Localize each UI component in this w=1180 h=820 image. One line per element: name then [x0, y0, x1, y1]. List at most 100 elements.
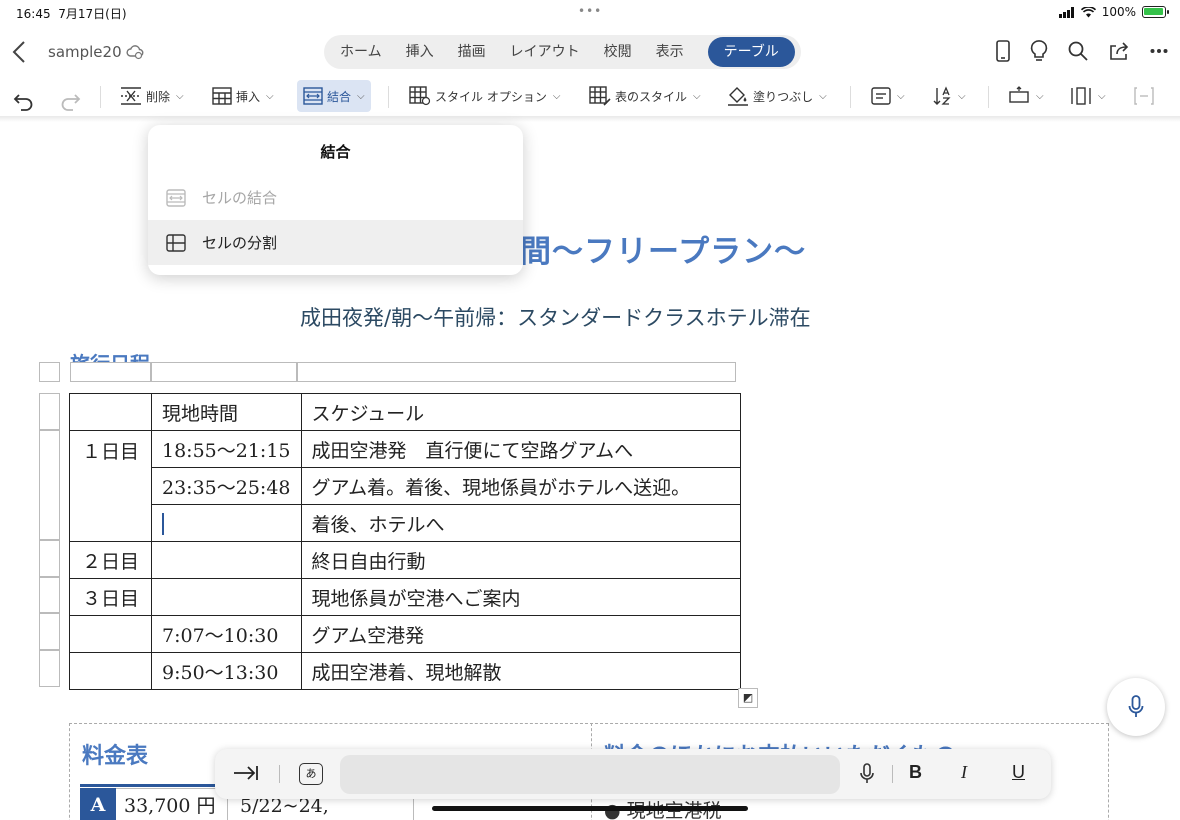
- tab-table[interactable]: テーブル: [707, 37, 795, 67]
- table-cell[interactable]: スケジュール: [300, 393, 741, 431]
- row-height-icon: [1009, 86, 1029, 103]
- share-icon[interactable]: [1108, 41, 1130, 61]
- tab-insert[interactable]: 挿入: [394, 37, 446, 67]
- merge-cells-menu-item[interactable]: セルの結合: [148, 175, 523, 220]
- price-table-heading[interactable]: 料金表: [82, 738, 148, 770]
- column-width-button[interactable]: ⌵: [1070, 80, 1106, 112]
- autofit-button[interactable]: [1133, 80, 1155, 112]
- table-cell[interactable]: ３日目: [69, 578, 152, 616]
- ribbon-tabs: ホーム 挿入 描画 レイアウト 校閲 表示 テーブル: [324, 35, 801, 69]
- table-row: ２日目 終日自由行動: [69, 541, 741, 579]
- schedule-table[interactable]: 現地時間 スケジュール １日目 18:55〜21:15 成田空港発 直行便にて空…: [69, 393, 741, 690]
- table-toolbar: 削除 ⌵ 挿入 ⌵ 結合 ⌵ スタイル オプション ⌵ 表のスタイル ⌵ 塗りつぶし ⌵ ⌵…: [0, 76, 1180, 116]
- column-width-icon: [1071, 87, 1091, 105]
- document-title[interactable]: 間〜フリープラン〜: [520, 226, 806, 271]
- row-selector-3[interactable]: [39, 540, 60, 577]
- row-selector-5[interactable]: [39, 613, 60, 650]
- table-row: 7:07〜10:30 グアム空港発: [69, 615, 741, 653]
- shading-button[interactable]: 塗りつぶし ⌵: [727, 80, 827, 112]
- table-cell[interactable]: 成田空港着、現地解散: [300, 652, 741, 690]
- sort-button[interactable]: ⌵: [932, 80, 966, 112]
- table-cell[interactable]: 終日自由行動: [300, 541, 741, 579]
- battery-percent: 100%: [1101, 5, 1136, 19]
- table-cell[interactable]: [69, 393, 152, 431]
- title-row: sample20 ホーム 挿入 描画 レイアウト 校閲 表示 テーブル: [0, 30, 1180, 74]
- table-cell[interactable]: １日目: [69, 430, 152, 542]
- column-selector-1[interactable]: [70, 362, 151, 382]
- split-cells-menu-item[interactable]: セルの分割: [148, 220, 523, 265]
- bold-button[interactable]: B: [909, 762, 922, 783]
- insert-button[interactable]: 挿入 ⌵: [212, 80, 274, 112]
- table-cell[interactable]: グアム空港発: [300, 615, 741, 653]
- kana-input-button[interactable]: あ: [299, 763, 323, 785]
- table-cell[interactable]: 7:07〜10:30: [151, 615, 302, 653]
- tab-key-icon[interactable]: [233, 763, 259, 783]
- table-cell[interactable]: 現地時間: [151, 393, 302, 431]
- tab-view[interactable]: 表示: [644, 37, 696, 67]
- table-row: 9:50〜13:30 成田空港着、現地解散: [69, 652, 741, 690]
- underline-button[interactable]: U: [1012, 762, 1025, 783]
- cloud-sync-icon[interactable]: [126, 44, 144, 60]
- dictation-button[interactable]: [1107, 678, 1165, 736]
- tab-home[interactable]: ホーム: [328, 37, 394, 67]
- table-cell[interactable]: [69, 652, 152, 690]
- delete-button[interactable]: 削除 ⌵: [120, 80, 184, 112]
- more-options-icon[interactable]: [1150, 48, 1168, 54]
- merge-button[interactable]: 結合 ⌵: [297, 80, 371, 112]
- table-cell[interactable]: [69, 615, 152, 653]
- table-cell[interactable]: 着後、ホテルへ: [300, 504, 741, 542]
- row-height-button[interactable]: ⌵: [1008, 80, 1044, 112]
- merge-label: 結合: [327, 89, 352, 104]
- tab-review[interactable]: 校閲: [592, 37, 644, 67]
- row-selector-2[interactable]: [39, 430, 60, 540]
- table-cell[interactable]: [151, 578, 302, 616]
- back-chevron-icon[interactable]: [8, 38, 32, 66]
- mobile-view-icon[interactable]: [996, 40, 1010, 62]
- sort-icon: [933, 86, 951, 105]
- signal-icon: [1058, 6, 1074, 18]
- autofit-icon: [1134, 87, 1154, 105]
- battery-icon: [1142, 6, 1169, 18]
- table-row: ３日目 現地係員が空港へご案内: [69, 578, 741, 616]
- column-selector-3[interactable]: [297, 362, 736, 382]
- split-cells-icon: [166, 233, 186, 252]
- tab-layout[interactable]: レイアウト: [498, 37, 592, 67]
- status-indicators: 100%: [1058, 5, 1169, 19]
- document-name[interactable]: sample20: [48, 43, 122, 61]
- table-cell[interactable]: 23:35〜25:48: [151, 467, 302, 505]
- table-cell[interactable]: 18:55〜21:15: [151, 430, 302, 468]
- table-cell[interactable]: [151, 541, 302, 579]
- search-icon[interactable]: [1068, 41, 1088, 61]
- redo-icon[interactable]: [58, 85, 82, 117]
- row-selector-4[interactable]: [39, 577, 60, 613]
- predictive-text-field[interactable]: [340, 755, 840, 794]
- home-indicator[interactable]: [432, 806, 748, 811]
- keyboard-dictation-icon[interactable]: [859, 763, 875, 785]
- wifi-icon: [1080, 6, 1096, 17]
- column-selector-2[interactable]: [151, 362, 297, 382]
- table-styles-button[interactable]: 表のスタイル ⌵: [589, 80, 701, 112]
- undo-icon[interactable]: [12, 85, 36, 117]
- table-cell[interactable]: 現地係員が空港へご案内: [300, 578, 741, 616]
- price-grade-badge: A: [80, 788, 116, 820]
- status-bar: 16:45 7月17日(日) ••• 100%: [0, 0, 1180, 26]
- style-options-button[interactable]: スタイル オプション ⌵: [409, 80, 560, 112]
- row-selector-1[interactable]: [39, 393, 60, 430]
- multitasking-dots-icon[interactable]: •••: [578, 4, 602, 18]
- italic-button[interactable]: I: [961, 762, 967, 783]
- table-cell-active[interactable]: [151, 504, 302, 542]
- section-heading-schedule[interactable]: 旅行日程: [70, 348, 150, 362]
- table-resize-handle-icon[interactable]: ◩: [738, 688, 758, 708]
- document-subtitle[interactable]: 成田夜発/朝〜午前帰：スタンダードクラスホテル滞在: [300, 302, 811, 332]
- table-select-handle[interactable]: [39, 362, 60, 382]
- row-selector-6[interactable]: [39, 650, 60, 687]
- table-cell[interactable]: ２日目: [69, 541, 152, 579]
- table-cell[interactable]: グアム着。着後、現地係員がホテルへ送迎。: [300, 467, 741, 505]
- merge-cells-label: セルの結合: [202, 189, 278, 207]
- tab-draw[interactable]: 描画: [446, 37, 498, 67]
- table-cell[interactable]: 9:50〜13:30: [151, 652, 302, 690]
- lightbulb-icon[interactable]: [1030, 40, 1048, 62]
- cell-alignment-button[interactable]: ⌵: [871, 80, 905, 112]
- table-cell[interactable]: 成田空港発 直行便にて空路グアムへ: [300, 430, 741, 468]
- table-styles-icon: [589, 86, 611, 106]
